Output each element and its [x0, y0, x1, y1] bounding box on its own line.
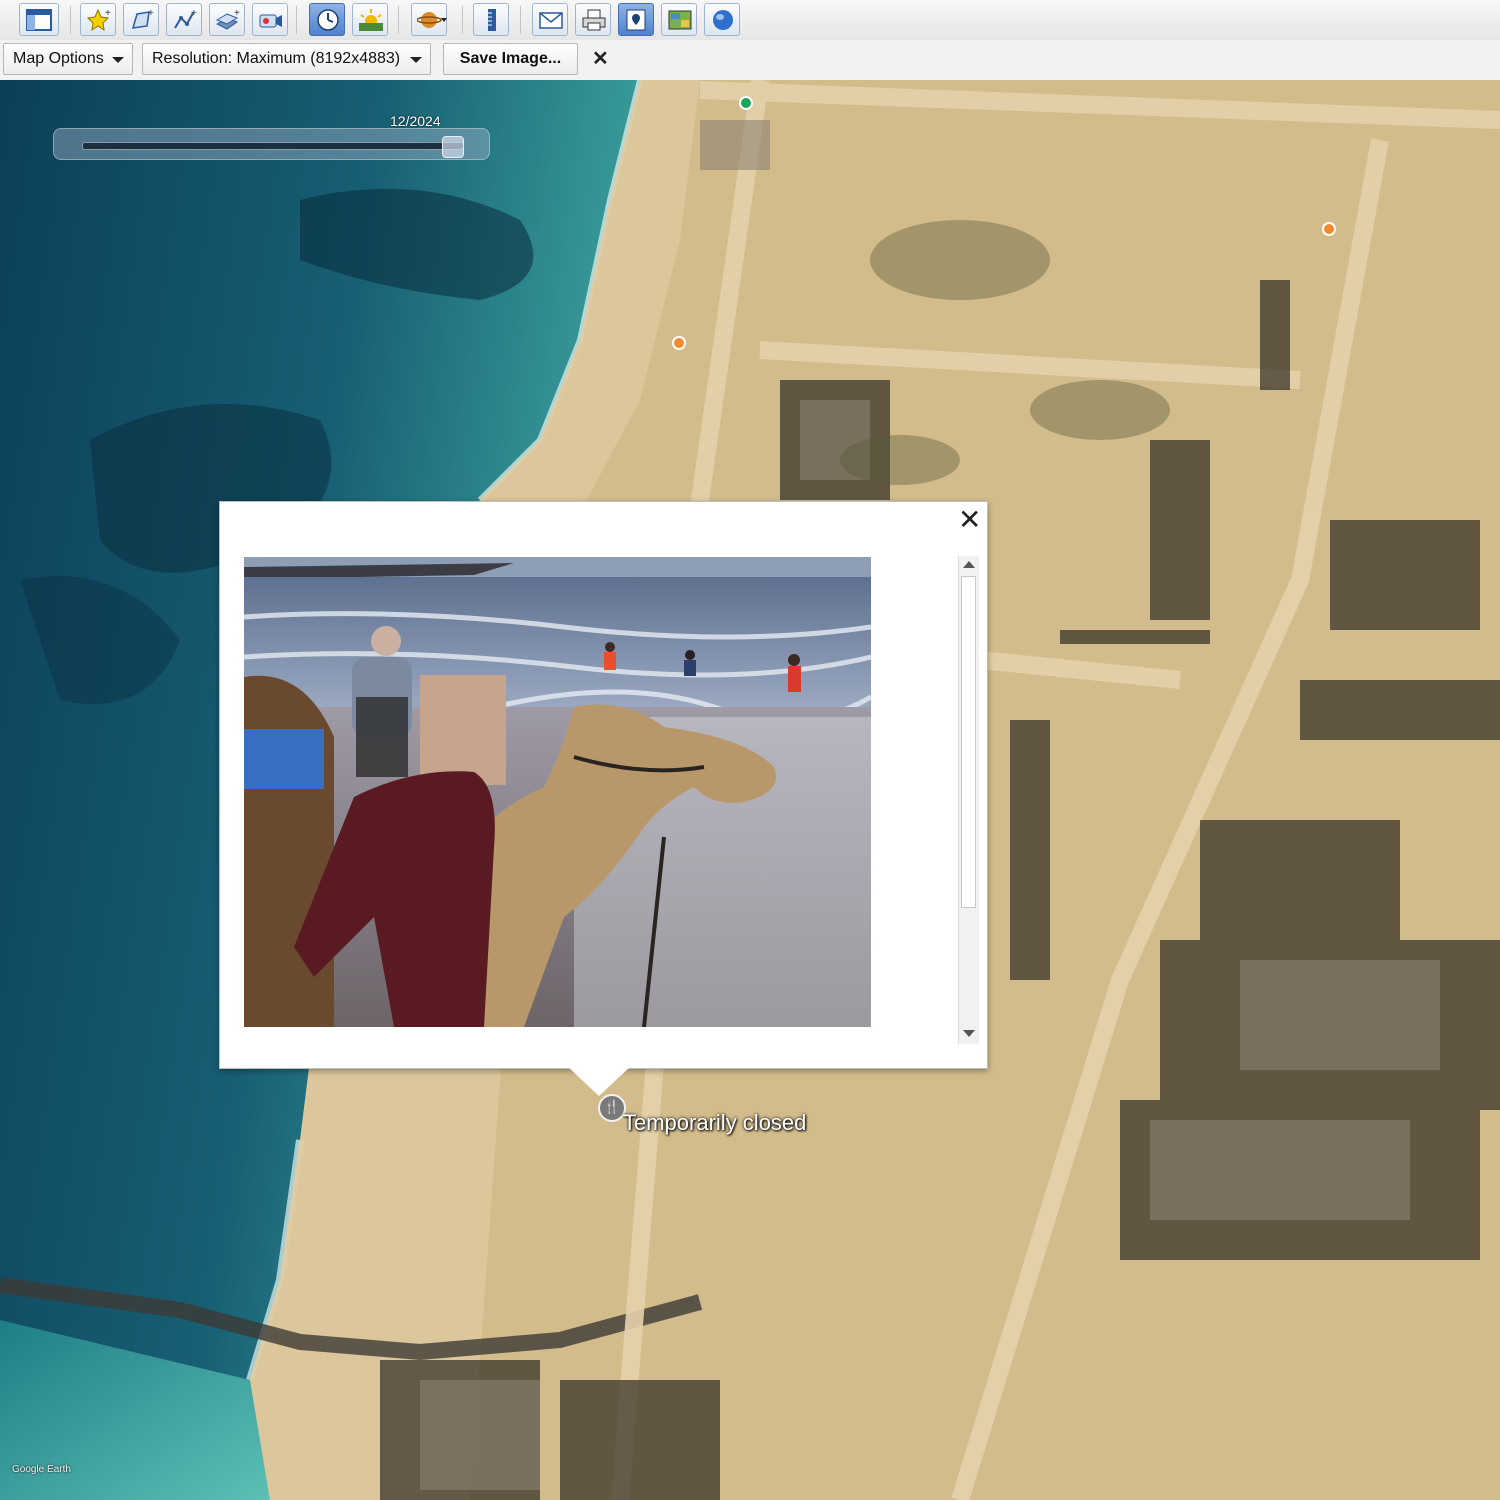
- chevron-down-icon: [112, 57, 124, 63]
- view-in-maps-button[interactable]: [661, 3, 697, 36]
- add-placemark-button[interactable]: +: [80, 3, 116, 36]
- close-icon[interactable]: ✕: [958, 506, 981, 534]
- svg-text:+: +: [105, 8, 111, 19]
- historical-imagery-icon: [317, 9, 339, 31]
- slider-date-label: 12/2024: [390, 113, 441, 129]
- save-image-options-bar: Map Options Resolution: Maximum (8192x48…: [0, 40, 1500, 81]
- map-pin-icon[interactable]: [672, 336, 686, 350]
- add-path-button[interactable]: +: [166, 3, 202, 36]
- save-image-text-button[interactable]: Save Image...: [443, 43, 578, 75]
- resolution-dropdown[interactable]: Resolution: Maximum (8192x4883): [142, 43, 431, 75]
- record-tour-button[interactable]: [252, 3, 288, 36]
- slider-thumb[interactable]: [442, 136, 464, 158]
- view-in-maps-icon: [668, 10, 692, 30]
- chevron-down-icon: [410, 57, 422, 63]
- map-pin-icon[interactable]: [1322, 222, 1336, 236]
- sunlight-button[interactable]: [352, 3, 388, 36]
- svg-text:+: +: [148, 8, 154, 19]
- place-photo[interactable]: [244, 557, 871, 1027]
- main-toolbar: + + + +: [0, 0, 1500, 41]
- historical-imagery-button[interactable]: [309, 3, 345, 36]
- save-image-icon: [626, 9, 646, 31]
- planets-button[interactable]: [411, 3, 447, 36]
- beach-camel-photo: [244, 557, 871, 1027]
- email-button[interactable]: [532, 3, 568, 36]
- earth-button[interactable]: [704, 3, 740, 36]
- svg-text:+: +: [234, 8, 240, 19]
- email-icon: [539, 12, 563, 29]
- popup-scrollbar[interactable]: [958, 556, 979, 1044]
- sidebar-toggle-icon: [26, 9, 52, 31]
- add-path-icon: +: [174, 8, 197, 29]
- add-placemark-icon: +: [86, 8, 111, 32]
- add-polygon-icon: +: [131, 8, 154, 29]
- close-icon[interactable]: ✕: [592, 46, 609, 71]
- map-pin-icon[interactable]: [739, 96, 753, 110]
- restaurant-icon[interactable]: 🍴: [598, 1094, 626, 1122]
- add-polygon-button[interactable]: +: [123, 3, 159, 36]
- save-image-button[interactable]: [618, 3, 654, 36]
- record-tour-icon: [259, 14, 282, 28]
- place-status-label[interactable]: Temporarily closed: [623, 1110, 806, 1136]
- map-options-label: Map Options: [13, 50, 104, 67]
- ruler-icon: [488, 9, 496, 31]
- google-earth-watermark: Google Earth: [12, 1464, 71, 1475]
- planets-icon: [417, 12, 447, 28]
- scrollbar-thumb[interactable]: [961, 576, 976, 908]
- scroll-down-icon[interactable]: [963, 1030, 975, 1037]
- historical-imagery-slider[interactable]: 12/2024: [53, 113, 490, 160]
- scroll-up-icon[interactable]: [963, 561, 975, 568]
- popup-pointer: [567, 1066, 631, 1096]
- map-options-dropdown[interactable]: Map Options: [3, 43, 133, 75]
- image-overlay-icon: +: [215, 8, 240, 30]
- image-overlay-button[interactable]: +: [209, 3, 245, 36]
- earth-icon: [713, 10, 733, 30]
- print-icon: [582, 9, 606, 31]
- sidebar-toggle-button[interactable]: [19, 3, 59, 36]
- sunlight-icon: [359, 9, 383, 31]
- svg-text:+: +: [191, 8, 197, 19]
- slider-track[interactable]: [82, 142, 464, 150]
- ruler-button[interactable]: [473, 3, 509, 36]
- resolution-label: Resolution: Maximum (8192x4883): [152, 50, 401, 67]
- print-button[interactable]: [575, 3, 611, 36]
